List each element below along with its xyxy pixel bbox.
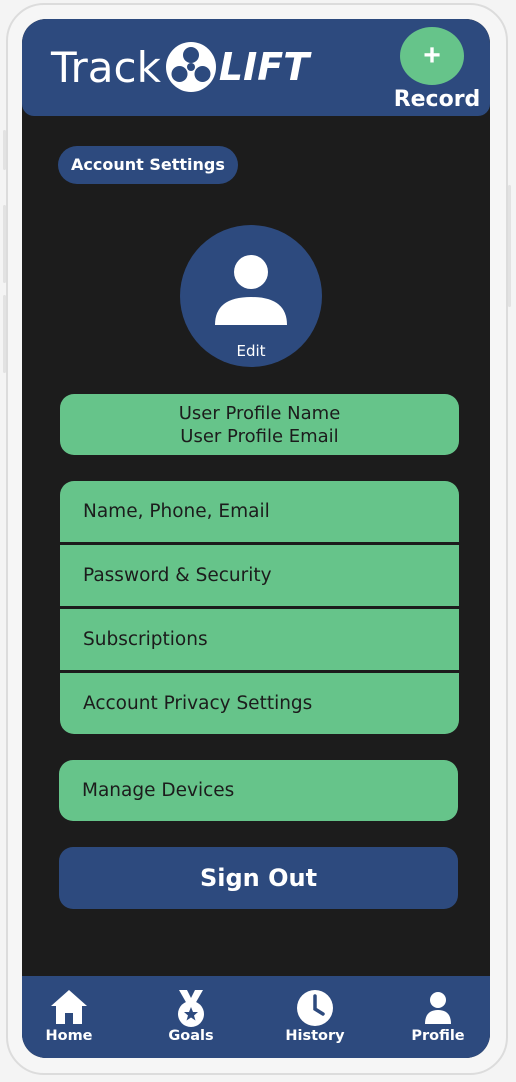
- weight-plate-icon: [165, 42, 216, 92]
- home-icon: [51, 990, 87, 1024]
- nav-label-profile: Profile: [411, 1028, 465, 1044]
- logo-text-lift: LIFT: [218, 45, 310, 89]
- user-profile-name: User Profile Name: [178, 403, 341, 424]
- logo-text-track: Track: [51, 42, 161, 92]
- nav-item-profile[interactable]: Profile: [388, 976, 488, 1058]
- medal-icon: [178, 990, 204, 1027]
- page-title: Account Settings: [58, 146, 238, 184]
- app-header: Track LIFT + Record: [22, 19, 490, 116]
- sign-out-button[interactable]: Sign Out: [59, 847, 458, 909]
- menu-item-password-security[interactable]: Password & Security: [60, 545, 459, 606]
- user-profile-card: User Profile Name User Profile Email: [60, 394, 459, 455]
- bottom-nav: Home Goals History Profile: [22, 976, 490, 1058]
- record-button[interactable]: +: [400, 27, 464, 85]
- plus-icon: +: [423, 39, 441, 72]
- nav-item-goals[interactable]: Goals: [141, 976, 241, 1058]
- menu-item-name-phone-email[interactable]: Name, Phone, Email: [60, 481, 459, 542]
- nav-label-goals: Goals: [168, 1028, 214, 1044]
- clock-icon: [297, 990, 333, 1026]
- app-logo: Track LIFT: [51, 39, 309, 95]
- phone-volume-up: [3, 205, 6, 283]
- user-profile-email: User Profile Email: [180, 426, 339, 447]
- avatar-edit-label: Edit: [236, 342, 266, 360]
- menu-item-privacy-settings[interactable]: Account Privacy Settings: [60, 673, 459, 734]
- nav-label-history: History: [285, 1028, 345, 1044]
- phone-side-button-top: [3, 130, 6, 170]
- person-icon: [425, 992, 451, 1024]
- menu-item-subscriptions[interactable]: Subscriptions: [60, 609, 459, 670]
- phone-power-button: [508, 185, 511, 307]
- account-settings-menu: Name, Phone, Email Password & Security S…: [60, 481, 459, 734]
- manage-devices-button[interactable]: Manage Devices: [59, 760, 458, 821]
- phone-volume-down: [3, 295, 6, 373]
- app-screen: Track LIFT + Record Account Settings Edi…: [22, 19, 490, 1058]
- nav-label-home: Home: [45, 1028, 93, 1044]
- person-icon: [215, 255, 287, 325]
- nav-item-history[interactable]: History: [265, 976, 365, 1058]
- record-label: Record: [393, 87, 481, 112]
- nav-item-home[interactable]: Home: [22, 976, 119, 1058]
- avatar-edit-button[interactable]: Edit: [180, 225, 322, 367]
